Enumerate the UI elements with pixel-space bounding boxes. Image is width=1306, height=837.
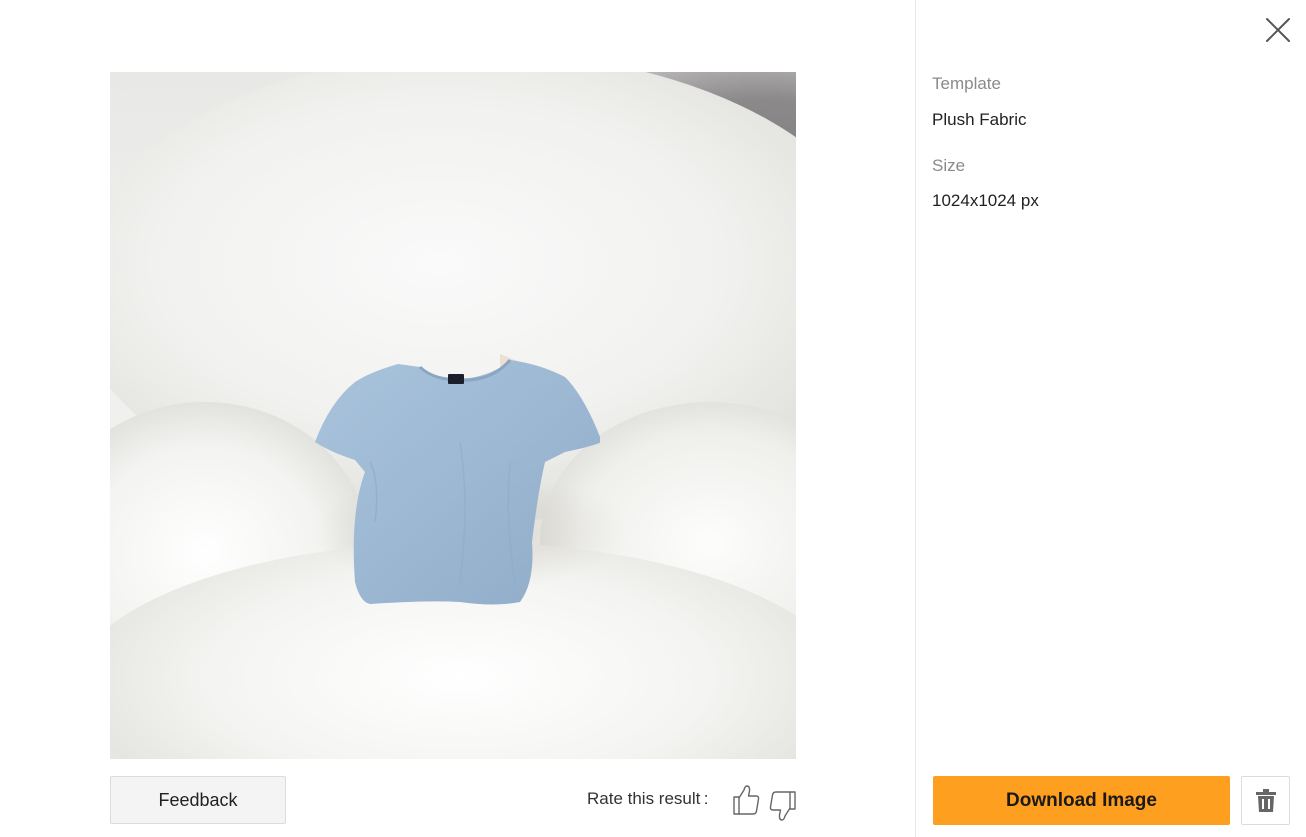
thumbs-down-icon[interactable] (768, 789, 798, 823)
size-label: Size (932, 156, 966, 175)
result-preview-panel: Feedback Rate this result : (0, 0, 915, 837)
size-value: 1024x1024 px (932, 191, 1039, 210)
delete-button[interactable] (1241, 776, 1290, 825)
close-icon[interactable] (1262, 14, 1294, 46)
trash-icon (1255, 788, 1276, 812)
result-image (110, 72, 796, 759)
rate-result-label: Rate this result : (587, 789, 709, 808)
thumbs-up-icon[interactable] (731, 783, 761, 817)
template-value: Plush Fabric (932, 110, 1027, 129)
details-sidebar: Template Plush Fabric Size 1024x1024 px … (916, 0, 1306, 837)
feedback-button[interactable]: Feedback (110, 776, 286, 824)
tshirt-product (315, 354, 600, 605)
download-image-button[interactable]: Download Image (933, 776, 1230, 825)
template-label: Template (932, 74, 1001, 93)
